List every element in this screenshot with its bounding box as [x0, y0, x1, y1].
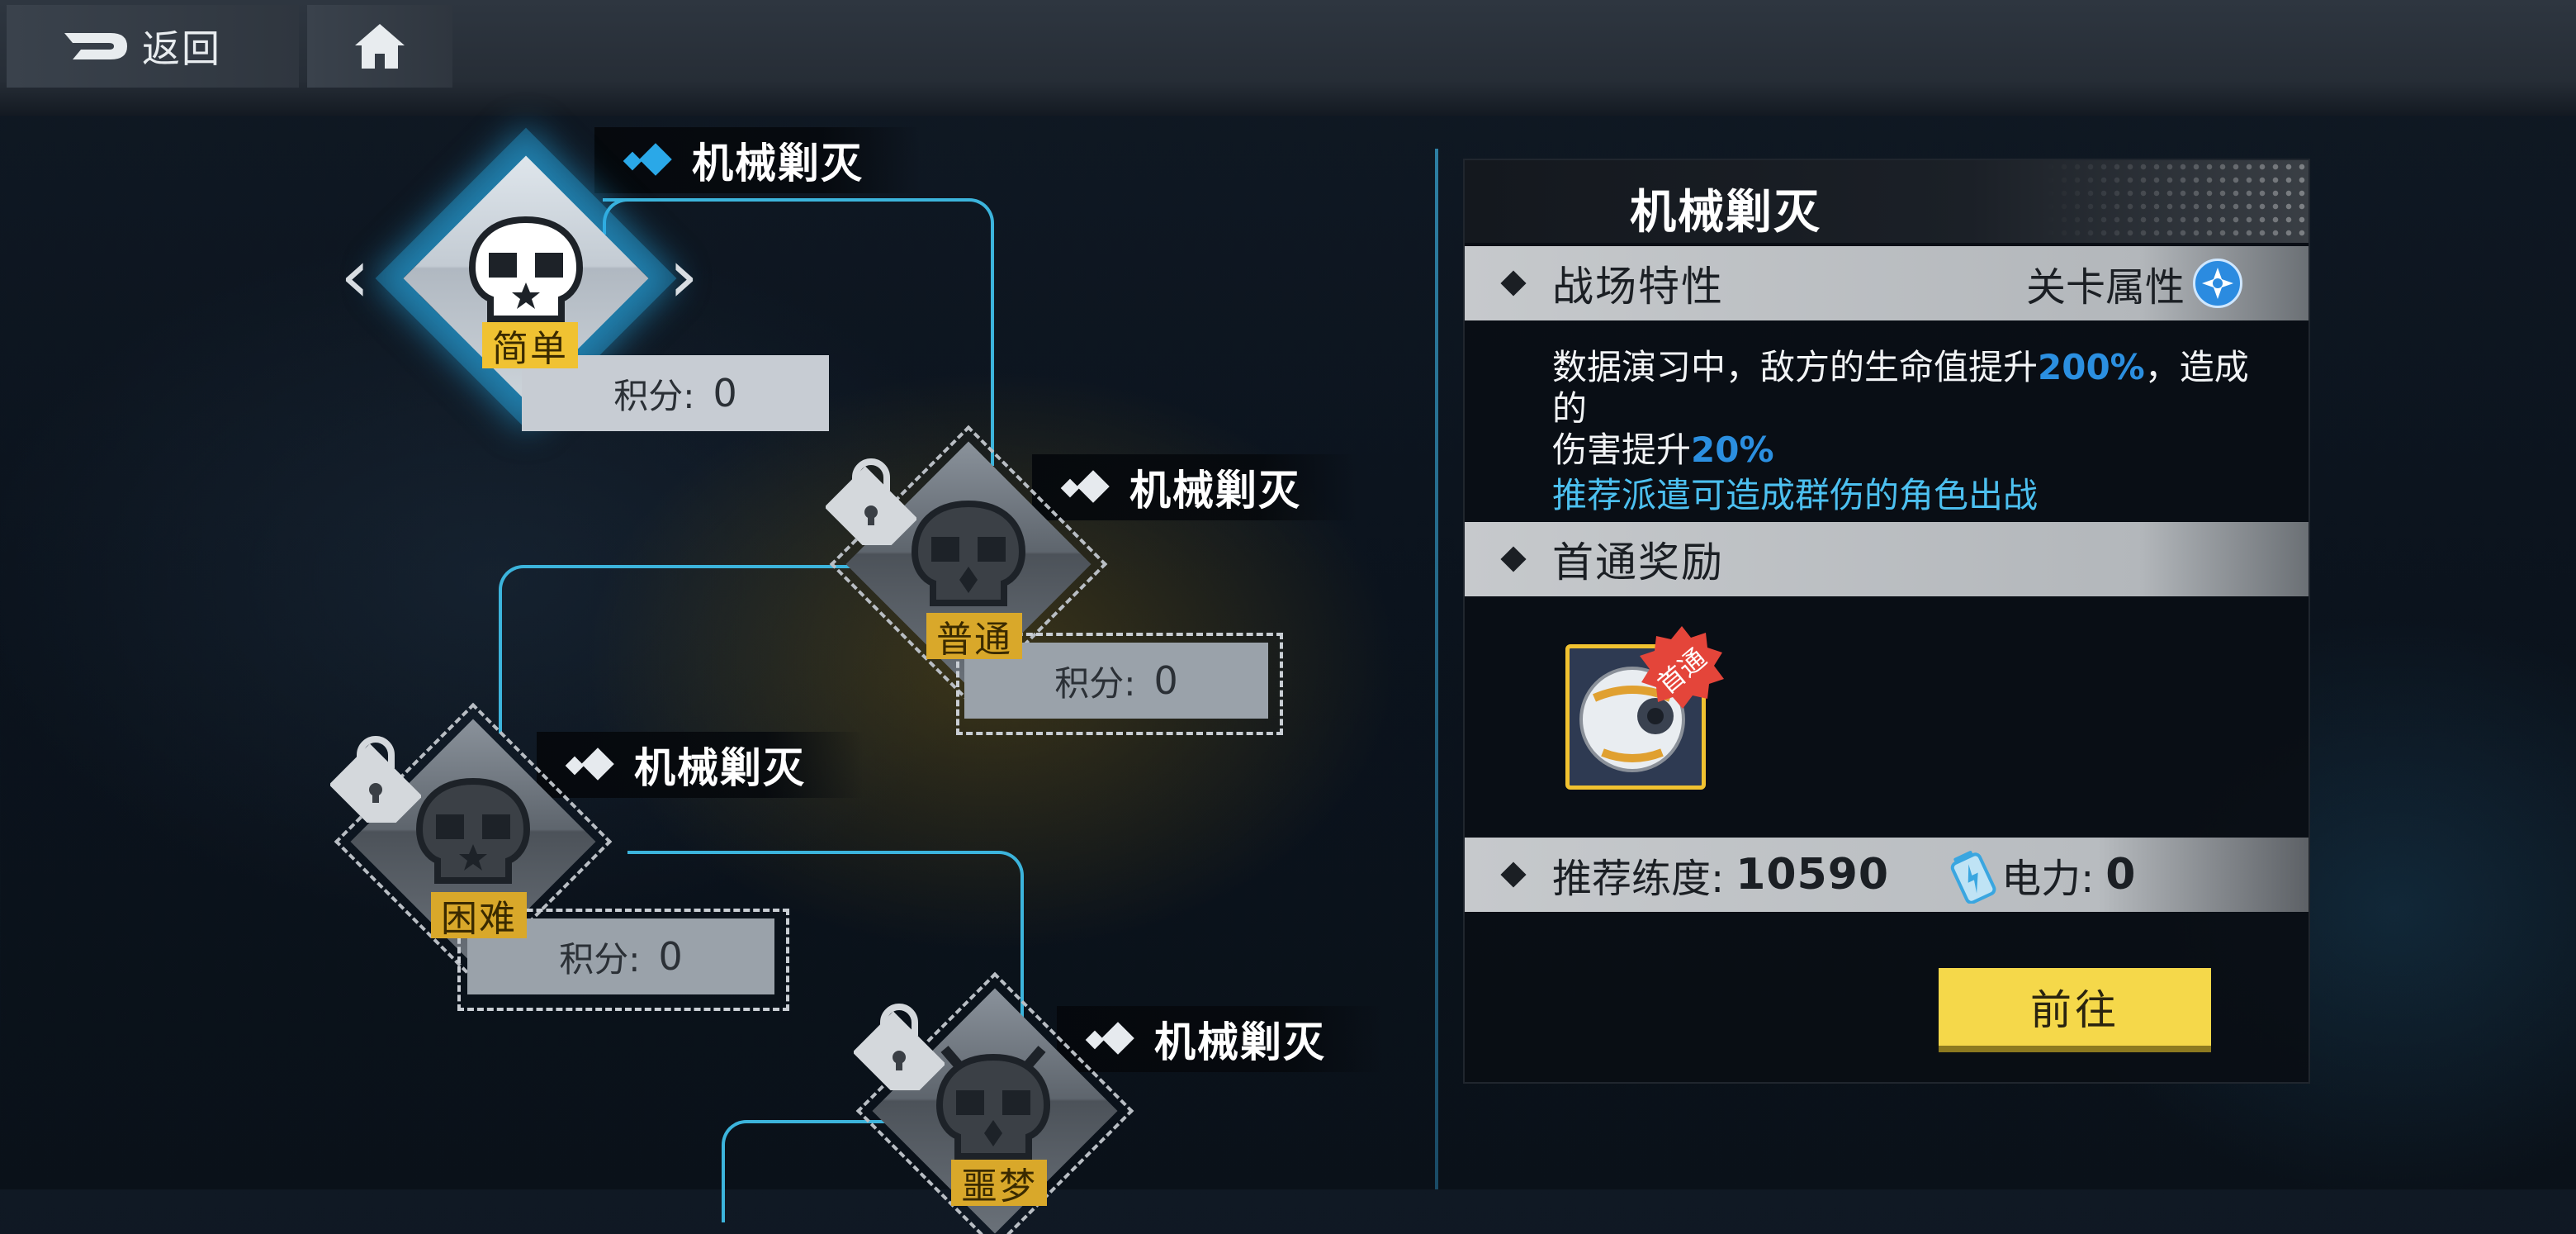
header-dot-pattern [2044, 160, 2308, 243]
home-icon [355, 24, 405, 69]
difficulty-label-normal: 普通 [926, 613, 1022, 661]
stage-title-4: 机械剿灭 [1057, 1006, 1384, 1072]
stage-title-3: 机械剿灭 [537, 732, 864, 798]
stage-attribute[interactable]: 关卡属性 [2026, 246, 2242, 320]
diamond-pair-icon [565, 748, 614, 781]
skull-icon [911, 501, 1026, 606]
diamond-pair-icon [623, 143, 672, 176]
level-value: 10590 [1735, 850, 1890, 899]
difficulty-label-easy: 简单 [482, 322, 578, 370]
top-bar: 返回 [0, 0, 2576, 116]
bullet-diamond-icon [1500, 861, 1527, 888]
attribute-crosshair-icon [2193, 259, 2242, 308]
panel-divider [1435, 149, 1438, 1189]
difficulty-label-hard: 困难 [431, 892, 527, 940]
level-label: 推荐练度: [1552, 856, 1725, 902]
skull-icon [468, 216, 584, 322]
bullet-diamond-icon [1500, 270, 1527, 297]
connector-4 [722, 1120, 890, 1222]
difficulty-label-nightmare: 噩梦 [951, 1160, 1047, 1208]
battlefield-section-bar: 战场特性 关卡属性 [1465, 246, 2308, 320]
attribute-label: 关卡属性 [2025, 264, 2185, 311]
go-button[interactable]: 前往 [1939, 968, 2211, 1046]
next-arrow-icon[interactable]: › [669, 240, 698, 314]
back-label: 返回 [142, 26, 221, 71]
power-label: 电力: [2001, 856, 2095, 902]
prev-arrow-icon[interactable]: ‹ [340, 240, 370, 314]
first-clear-badge: 首通 [1636, 623, 1727, 714]
bullet-diamond-icon [1500, 546, 1527, 572]
battlefield-label: 战场特性 [1552, 263, 1724, 311]
diamond-pair-icon [1085, 1022, 1134, 1055]
horned-skull-icon [935, 1046, 1051, 1160]
diamond-pair-icon [1060, 470, 1110, 503]
back-arrow-icon [64, 33, 127, 59]
battery-icon [1950, 851, 1996, 904]
back-button[interactable]: 返回 [7, 5, 299, 88]
reward-label: 首通奖励 [1552, 539, 1724, 586]
panel-header: 机械剿灭 [1465, 160, 2308, 243]
panel-title: 机械剿灭 [1630, 186, 1821, 240]
reward-section-bar: 首通奖励 [1465, 522, 2308, 596]
stage-title-1: 机械剿灭 [594, 127, 921, 193]
stage-info-panel: 机械剿灭 战场特性 关卡属性 数据演习中，敌方的生命值提升200%，造成的 伤害… [1463, 159, 2310, 1084]
home-button[interactable] [307, 5, 452, 88]
battlefield-description: 数据演习中，敌方的生命值提升200%，造成的 伤害提升20% [1552, 347, 2249, 470]
stage-title-2: 机械剿灭 [1032, 454, 1359, 520]
lock-icon [854, 1004, 945, 1090]
skull-icon [415, 778, 531, 884]
lock-icon [826, 458, 916, 545]
lock-icon [330, 736, 421, 823]
power-value: 0 [2105, 850, 2137, 899]
connector-2 [499, 565, 898, 733]
stats-bar: 推荐练度: 10590 电力: 0 [1465, 838, 2308, 912]
recommend-text: 推荐派遣可造成群伤的角色出战 [1552, 475, 2039, 515]
